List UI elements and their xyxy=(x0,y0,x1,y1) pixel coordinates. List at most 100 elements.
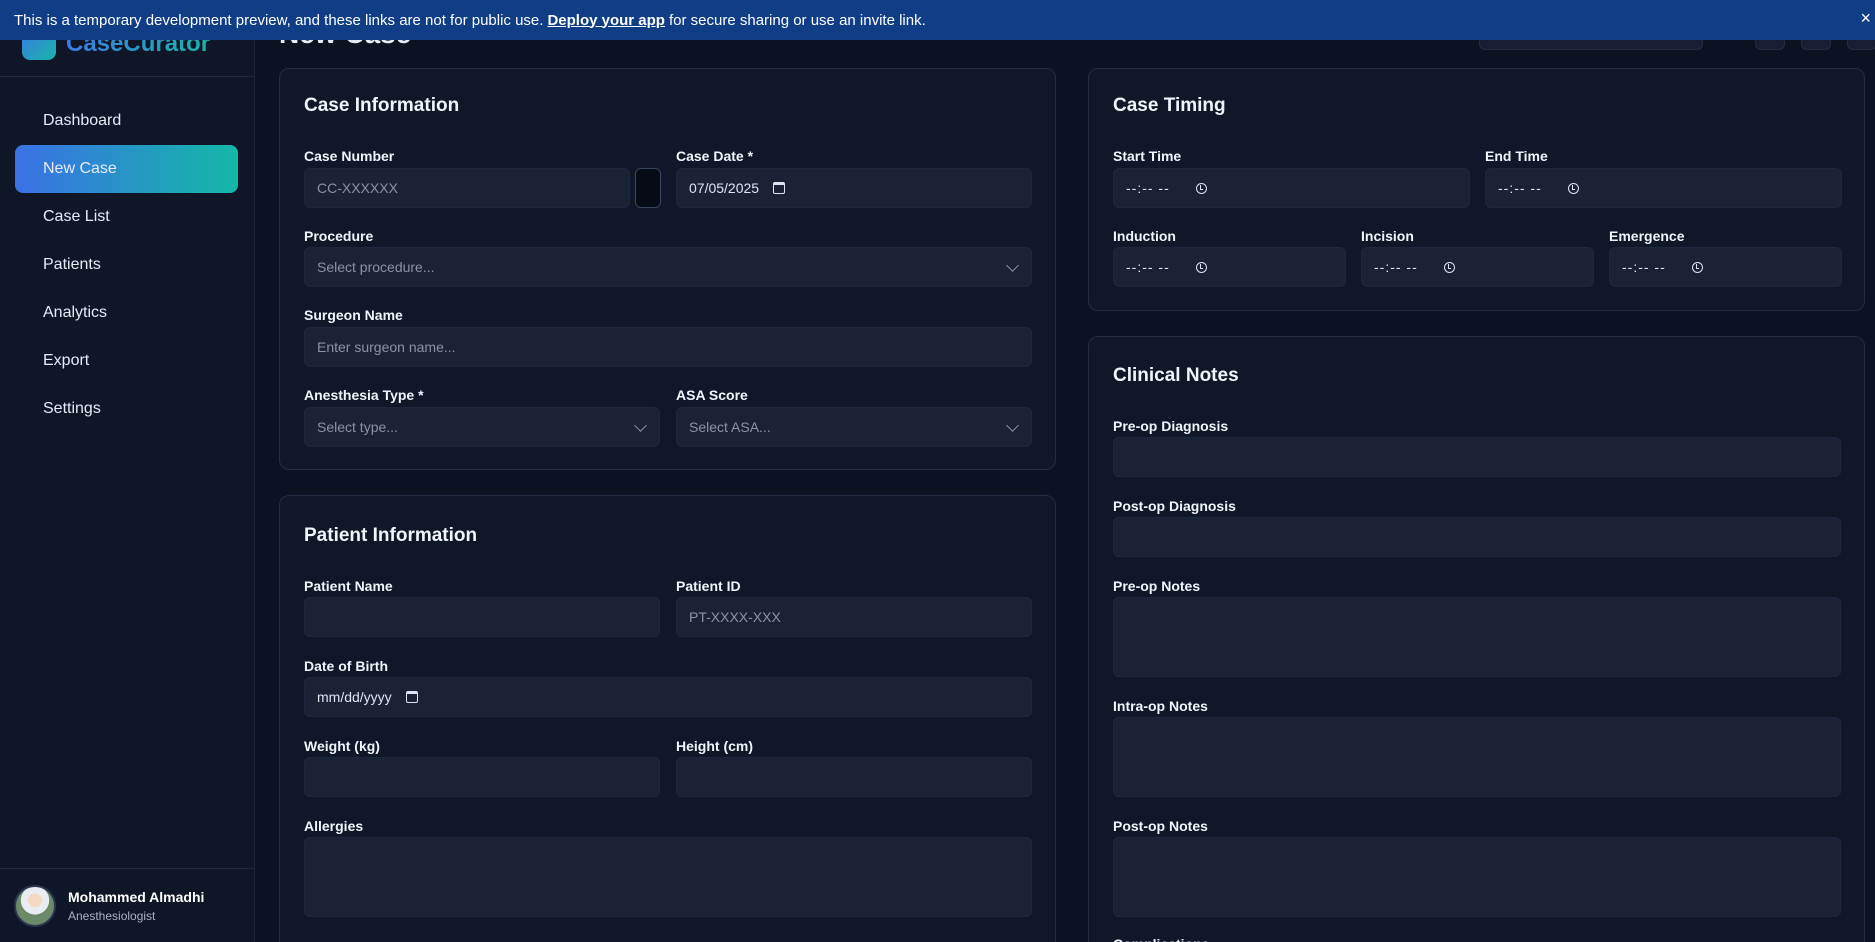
sidebar-item-new-case[interactable]: New Case xyxy=(15,145,238,193)
avatar xyxy=(14,884,56,927)
user-profile[interactable]: Mohammed Almadhi Anesthesiologist xyxy=(0,868,254,942)
induction-time-value: --:-- -- xyxy=(1126,259,1170,275)
start-time-input[interactable]: --:-- -- xyxy=(1113,168,1470,208)
clock-icon[interactable] xyxy=(1443,261,1455,273)
dob-input[interactable]: mm/dd/yyyy xyxy=(304,677,1032,717)
notifications-button[interactable] xyxy=(1755,40,1785,50)
patient-information-card: Patient Information Patient Name Patient… xyxy=(279,495,1056,942)
preop-diagnosis-input[interactable] xyxy=(1113,437,1841,477)
close-icon[interactable]: × xyxy=(1860,8,1871,29)
patient-id-input[interactable]: PT-XXXX-XXX xyxy=(676,597,1032,637)
intraop-notes-textarea[interactable] xyxy=(1113,717,1841,797)
clock-icon[interactable] xyxy=(1691,261,1703,273)
surgeon-name-input[interactable]: Enter surgeon name... xyxy=(304,327,1032,367)
emergence-time-value: --:-- -- xyxy=(1622,259,1666,275)
patient-id-placeholder: PT-XXXX-XXX xyxy=(689,609,781,625)
sidebar-item-patients[interactable]: Patients xyxy=(15,241,238,289)
case-number-label: Case Number xyxy=(304,148,395,164)
intraop-notes-label: Intra-op Notes xyxy=(1113,698,1208,714)
case-date-label: Case Date * xyxy=(676,148,754,164)
sidebar-nav: Dashboard New Case Case List Patients An… xyxy=(15,97,238,433)
clock-icon[interactable] xyxy=(1567,182,1579,194)
case-number-input[interactable]: CC-XXXXXX xyxy=(304,168,630,208)
end-time-value: --:-- -- xyxy=(1498,180,1542,196)
end-time-label: End Time xyxy=(1485,148,1548,164)
asa-score-label: ASA Score xyxy=(676,387,748,403)
allergies-label: Allergies xyxy=(304,818,364,834)
dev-preview-banner: This is a temporary development preview,… xyxy=(0,0,1875,40)
asa-score-placeholder: Select ASA... xyxy=(689,419,771,435)
calendar-icon[interactable] xyxy=(773,182,786,194)
chevron-down-icon xyxy=(634,419,647,432)
sidebar: CaseCurator Dashboard New Case Case List… xyxy=(0,40,255,942)
logo-text: CaseCurator xyxy=(66,40,210,58)
procedure-placeholder: Select procedure... xyxy=(317,259,435,275)
card-title: Clinical Notes xyxy=(1113,365,1239,386)
incision-time-input[interactable]: --:-- -- xyxy=(1361,247,1594,287)
patient-name-input[interactable] xyxy=(304,597,660,637)
case-timing-card: Case Timing Start Time --:-- -- End Time… xyxy=(1088,68,1865,311)
chevron-down-icon xyxy=(1006,419,1019,432)
dob-placeholder: mm/dd/yyyy xyxy=(317,689,392,705)
preop-notes-label: Pre-op Notes xyxy=(1113,578,1201,594)
procedure-label: Procedure xyxy=(304,228,374,244)
sidebar-item-settings[interactable]: Settings xyxy=(15,385,238,433)
chevron-down-icon xyxy=(1006,259,1019,272)
emergence-time-input[interactable]: --:-- -- xyxy=(1609,247,1842,287)
height-input[interactable] xyxy=(676,757,1032,797)
top-bar: New Case xyxy=(256,40,1875,50)
sidebar-item-export[interactable]: Export xyxy=(15,337,238,385)
sidebar-item-case-list[interactable]: Case List xyxy=(15,193,238,241)
case-date-value: 07/05/2025 xyxy=(689,180,760,196)
card-title: Case Timing xyxy=(1113,95,1226,116)
preop-notes-textarea[interactable] xyxy=(1113,597,1841,677)
banner-text: This is a temporary development preview,… xyxy=(14,11,544,29)
user-role: Anesthesiologist xyxy=(68,908,156,923)
patient-id-label: Patient ID xyxy=(676,578,741,594)
generate-case-number-button[interactable] xyxy=(635,168,661,208)
anesthesia-type-label: Anesthesia Type * xyxy=(304,387,424,403)
card-title: Case Information xyxy=(304,95,460,116)
surgeon-name-placeholder: Enter surgeon name... xyxy=(317,339,456,355)
user-name: Mohammed Almadhi xyxy=(68,888,205,905)
banner-text-after: for secure sharing or use an invite link… xyxy=(668,11,926,29)
weight-label: Weight (kg) xyxy=(304,738,380,754)
procedure-select[interactable]: Select procedure... xyxy=(304,247,1032,287)
postop-diagnosis-label: Post-op Diagnosis xyxy=(1113,498,1236,514)
anesthesia-type-select[interactable]: Select type... xyxy=(304,407,660,447)
postop-notes-label: Post-op Notes xyxy=(1113,818,1208,834)
allergies-textarea[interactable] xyxy=(304,837,1032,917)
theme-toggle-button[interactable] xyxy=(1801,40,1831,50)
patient-name-label: Patient Name xyxy=(304,578,393,594)
menu-button[interactable] xyxy=(1847,40,1875,50)
sidebar-item-dashboard[interactable]: Dashboard xyxy=(15,97,238,145)
deploy-app-link[interactable]: Deploy your app xyxy=(547,12,665,29)
start-time-label: Start Time xyxy=(1113,148,1182,164)
weight-input[interactable] xyxy=(304,757,660,797)
page-title: New Case xyxy=(279,40,411,50)
postop-diagnosis-input[interactable] xyxy=(1113,517,1841,557)
case-date-input[interactable]: 07/05/2025 xyxy=(676,168,1032,208)
height-label: Height (cm) xyxy=(676,738,753,754)
sidebar-item-analytics[interactable]: Analytics xyxy=(15,289,238,337)
incision-label: Incision xyxy=(1361,228,1414,244)
clock-icon[interactable] xyxy=(1195,261,1207,273)
asa-score-select[interactable]: Select ASA... xyxy=(676,407,1032,447)
postop-notes-textarea[interactable] xyxy=(1113,837,1841,917)
case-information-card: Case Information Case Number CC-XXXXXX C… xyxy=(279,68,1056,470)
induction-label: Induction xyxy=(1113,228,1176,244)
case-number-placeholder: CC-XXXXXX xyxy=(317,180,398,196)
incision-time-value: --:-- -- xyxy=(1374,259,1418,275)
start-time-value: --:-- -- xyxy=(1126,180,1170,196)
dob-label: Date of Birth xyxy=(304,658,388,674)
calendar-icon[interactable] xyxy=(405,691,418,703)
preop-diagnosis-label: Pre-op Diagnosis xyxy=(1113,418,1229,434)
clock-icon[interactable] xyxy=(1195,182,1207,194)
end-time-input[interactable]: --:-- -- xyxy=(1485,168,1842,208)
surgeon-name-label: Surgeon Name xyxy=(304,307,403,323)
clinical-notes-card: Clinical Notes Pre-op Diagnosis Post-op … xyxy=(1088,336,1865,942)
search-input[interactable] xyxy=(1479,40,1703,50)
induction-time-input[interactable]: --:-- -- xyxy=(1113,247,1346,287)
logo[interactable]: CaseCurator xyxy=(0,40,254,77)
complications-label: Complications xyxy=(1113,936,1209,942)
